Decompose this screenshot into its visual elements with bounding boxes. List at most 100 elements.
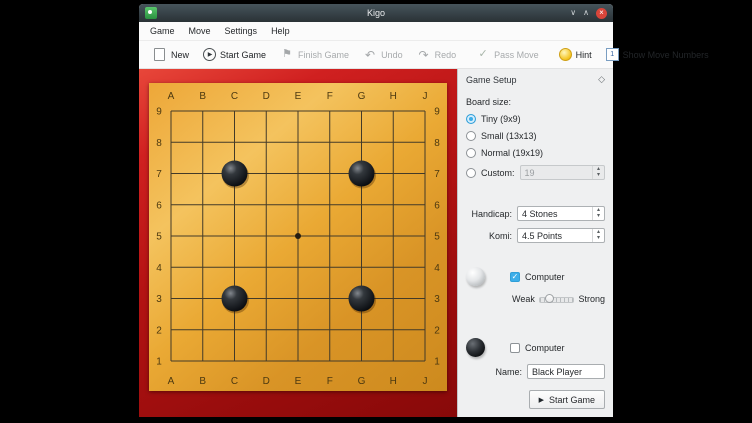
play-icon [203,48,216,61]
radio-label: Normal (19x19) [481,148,543,158]
titlebar[interactable]: Kigo ∨ ∧ × [139,4,613,22]
column-label-bottom: E [295,376,302,387]
black-stone[interactable] [349,161,375,187]
row-label-right: 5 [434,232,440,243]
column-label-top: C [231,91,238,102]
black-computer-checkbox[interactable] [510,343,520,353]
row-label-right: 8 [434,138,440,149]
radio-icon[interactable] [466,114,476,124]
window-controls: ∨ ∧ × [570,8,607,19]
row-label-right: 3 [434,294,440,305]
handicap-label: Handicap: [466,209,512,219]
column-label-top: G [358,91,366,102]
toolbar-hint[interactable]: Hint [552,43,599,66]
handicap-spinbox[interactable]: 4 Stones ▴▾ [517,206,605,221]
close-icon[interactable]: × [596,8,607,19]
radio-icon[interactable] [466,148,476,158]
radio-icon[interactable] [466,168,476,178]
komi-value: 4.5 Points [518,231,592,241]
name-label: Name: [466,367,522,377]
go-board-area: AABBCCDDEEFFGGHHJJ998877665544332211 [139,69,457,417]
strong-label: Strong [578,294,605,304]
spin-buttons[interactable]: ▴▾ [592,207,604,220]
row-label-left: 3 [156,294,162,305]
minimize-icon[interactable]: ∨ [570,9,576,17]
column-label-bottom: D [263,376,270,387]
flag-icon [280,48,294,62]
row-label-left: 2 [156,325,162,336]
window-title: Kigo [139,8,613,18]
undo-icon [363,48,377,62]
board-size-option-tiny-9x9-[interactable]: Tiny (9x9) [466,114,605,124]
toolbar-label: Hint [576,50,592,60]
float-panel-icon[interactable]: ◇ [598,74,605,85]
row-label-right: 9 [434,107,440,118]
maximize-icon[interactable]: ∧ [583,9,589,17]
komi-label: Komi: [466,231,512,241]
row-label-right: 4 [434,263,440,274]
column-label-bottom: C [231,376,238,387]
row-label-left: 4 [156,263,162,274]
spin-down-icon[interactable]: ▾ [597,214,600,219]
menu-move[interactable]: Move [182,24,218,38]
toolbar-label: Finish Game [298,50,349,60]
menu-game[interactable]: Game [143,24,182,38]
toolbar-new[interactable]: New [145,43,196,66]
toolbar-show-move-numbers[interactable]: Show Move Numbers [599,43,716,66]
check-icon [476,48,490,62]
toolbar-label: Undo [381,50,403,60]
white-stone-icon [466,267,485,286]
column-label-top: F [327,91,333,102]
menu-settings[interactable]: Settings [218,24,265,38]
black-stone[interactable] [222,161,248,187]
black-player-row: Computer [466,338,605,357]
slider-handle[interactable] [545,294,554,303]
menu-help[interactable]: Help [264,24,297,38]
toolbar-start-game[interactable]: Start Game [196,43,273,66]
toolbar-label: New [171,50,189,60]
column-label-bottom: J [423,376,428,387]
panel-title: Game Setup [466,75,517,85]
black-stone-icon [466,338,485,357]
numbers-icon [606,48,619,61]
row-label-right: 6 [434,200,440,211]
toolbar-redo: Redo [410,43,464,66]
toolbar-undo: Undo [356,43,410,66]
column-label-bottom: B [199,376,206,387]
black-stone[interactable] [349,286,375,312]
toolbar-finish-game: Finish Game [273,43,356,66]
black-stone[interactable] [222,286,248,312]
menubar: GameMoveSettingsHelp [139,22,613,41]
row-label-left: 6 [156,200,162,211]
column-label-top: B [199,91,206,102]
komi-spinbox[interactable]: 4.5 Points ▴▾ [517,228,605,243]
black-name-input[interactable] [527,364,605,379]
board-size-option-small-13x13-[interactable]: Small (13x13) [466,131,605,141]
row-label-left: 1 [156,357,162,368]
redo-icon [417,48,431,62]
row-label-left: 5 [156,232,162,243]
white-computer-checkbox[interactable]: ✓ [510,272,520,282]
board-size-option-normal-19x19-[interactable]: Normal (19x19) [466,148,605,158]
column-label-top: A [168,91,175,102]
column-label-bottom: H [390,376,397,387]
board-svg[interactable]: AABBCCDDEEFFGGHHJJ998877665544332211 [149,83,447,391]
toolbar-label: Redo [435,50,457,60]
radio-icon[interactable] [466,131,476,141]
row-label-left: 8 [156,138,162,149]
go-board[interactable]: AABBCCDDEEFFGGHHJJ998877665544332211 [149,83,447,391]
strength-slider[interactable] [539,294,575,304]
radio-label: Small (13x13) [481,131,537,141]
start-game-button[interactable]: ▶ Start Game [529,390,605,409]
black-name-row: Name: [466,364,605,379]
spin-down-icon: ▾ [597,173,600,178]
toolbar-label: Pass Move [494,50,539,60]
column-label-top: D [263,91,270,102]
spin-down-icon[interactable]: ▾ [597,236,600,241]
spin-buttons: ▴▾ [592,166,604,179]
row-label-right: 7 [434,169,440,180]
board-size-option-custom-[interactable]: Custom:19▴▾ [466,165,605,180]
black-computer-label: Computer [525,343,565,353]
row-label-left: 9 [156,107,162,118]
spin-buttons[interactable]: ▴▾ [592,229,604,242]
